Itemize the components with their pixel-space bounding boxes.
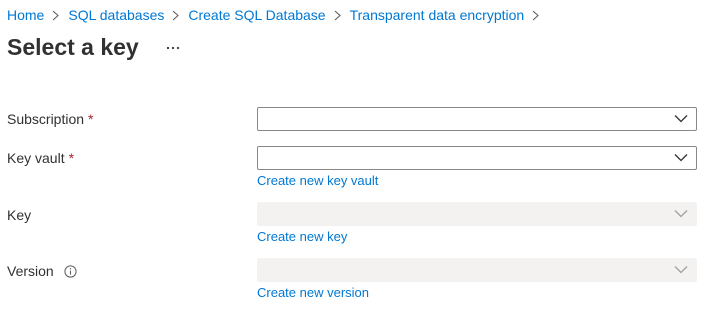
chevron-down-icon: [674, 115, 688, 123]
more-options-button[interactable]: [164, 38, 182, 58]
page: Home SQL databases Create SQL Database T…: [0, 0, 723, 313]
key-vault-label: Key vault *: [7, 149, 74, 167]
required-mark: *: [88, 111, 94, 127]
key-dropdown: [257, 202, 697, 226]
breadcrumb-sql-databases[interactable]: SQL databases: [68, 6, 164, 24]
chevron-right-icon: [172, 6, 181, 24]
key-vault-label-text: Key vault: [7, 150, 65, 166]
create-new-key-vault-link[interactable]: Create new key vault: [257, 172, 378, 189]
page-title: Select a key: [7, 34, 139, 60]
key-label-text: Key: [7, 207, 32, 223]
version-dropdown: [257, 258, 697, 282]
subscription-dropdown[interactable]: [257, 107, 697, 131]
required-mark: *: [68, 150, 75, 166]
chevron-down-icon: [674, 266, 688, 274]
subscription-label-text: Subscription: [7, 111, 85, 127]
chevron-right-icon: [334, 6, 343, 24]
breadcrumb-home[interactable]: Home: [7, 6, 44, 24]
title-row: Select a key: [7, 33, 182, 61]
ellipsis-icon: [166, 46, 179, 50]
create-new-version-link[interactable]: Create new version: [257, 284, 369, 301]
chevron-right-icon: [532, 6, 541, 24]
create-new-key-link[interactable]: Create new key: [257, 228, 347, 245]
breadcrumb-create-sql-database[interactable]: Create SQL Database: [188, 6, 325, 24]
breadcrumb-transparent-data-encryption[interactable]: Transparent data encryption: [350, 6, 525, 24]
chevron-down-icon: [674, 210, 688, 218]
key-label: Key: [7, 206, 31, 224]
version-label: Version: [7, 262, 77, 280]
info-icon[interactable]: [64, 264, 77, 278]
breadcrumb: Home SQL databases Create SQL Database T…: [7, 6, 548, 24]
version-label-text: Version: [7, 263, 54, 279]
subscription-label: Subscription *: [7, 110, 94, 128]
chevron-right-icon: [52, 6, 61, 24]
chevron-down-icon: [674, 154, 688, 162]
key-vault-dropdown[interactable]: [257, 146, 697, 170]
